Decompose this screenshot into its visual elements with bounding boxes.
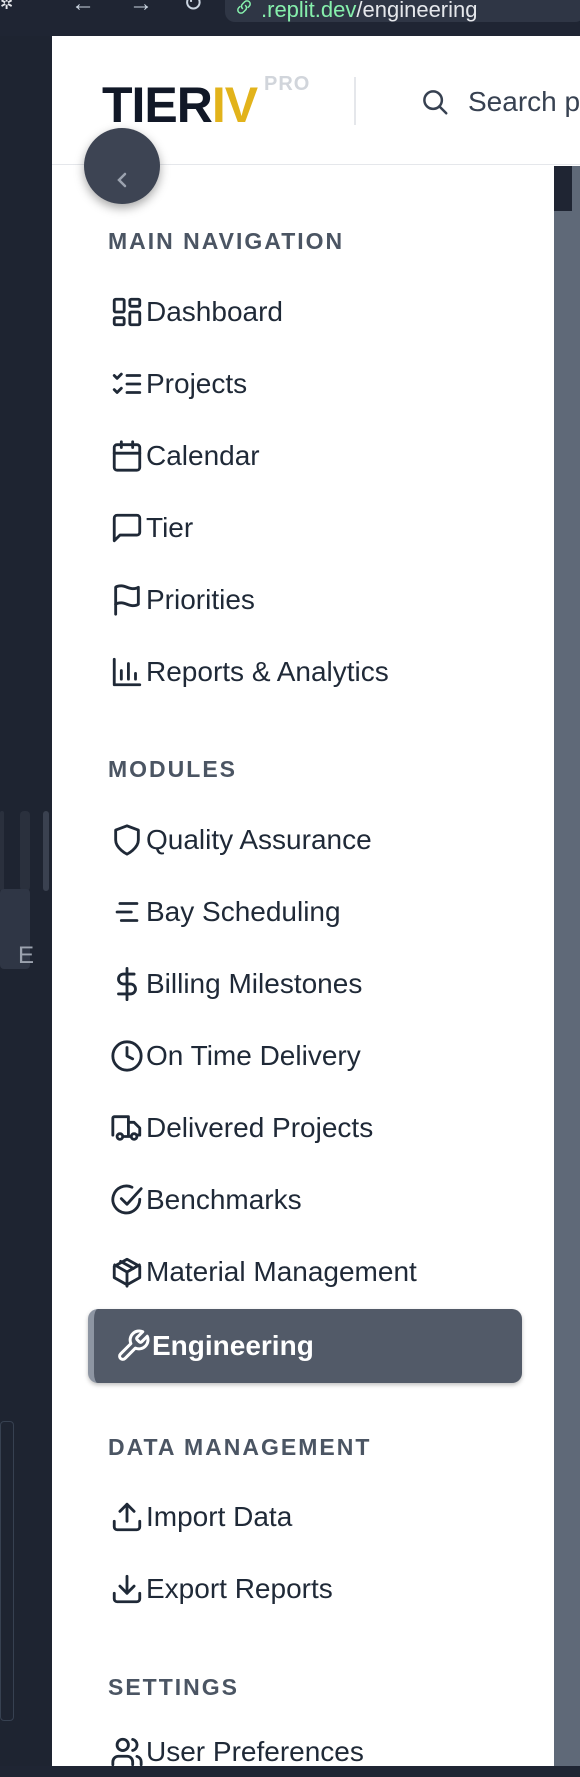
reload-icon[interactable]: ↻: [180, 0, 206, 17]
url-text: .replit.dev/engineering: [261, 0, 478, 22]
message-square-icon: [112, 513, 142, 543]
logo[interactable]: TIERIV: [102, 76, 258, 134]
nav-label: Engineering: [152, 1330, 314, 1361]
page-backdrop: E: [0, 36, 52, 1777]
search-trigger-label[interactable]: Search p: [468, 86, 580, 118]
back-arrow-icon[interactable]: ←: [70, 0, 96, 17]
header-divider: [354, 77, 356, 125]
backdrop-fragment: [0, 811, 4, 891]
nav-item-dashboard[interactable]: Dashboard: [108, 286, 528, 338]
section-title-modules: MODULES: [108, 756, 237, 782]
logo-pro-badge: PRO: [264, 73, 311, 95]
nav-label: Quality Assurance: [146, 824, 372, 855]
address-bar[interactable]: .replit.dev/engineering: [225, 0, 580, 22]
section-title-settings: SETTINGS: [108, 1674, 240, 1700]
nav-item-reports-analytics[interactable]: Reports & Analytics: [108, 646, 528, 698]
clock-icon: [111, 1040, 143, 1072]
nav-label: Dashboard: [146, 296, 283, 327]
scrollbar-gap: [554, 166, 572, 211]
users-icon: [111, 1737, 143, 1766]
nav-item-engineering[interactable]: Engineering: [88, 1309, 522, 1383]
check-circle-icon: [111, 1184, 143, 1215]
nav-label: User Preferences: [146, 1736, 364, 1766]
nav-item-on-time-delivery[interactable]: On Time Delivery: [108, 1030, 528, 1082]
nav-item-priorities[interactable]: Priorities: [108, 574, 528, 626]
list-checks-icon: [112, 372, 142, 394]
nav-item-bay-scheduling[interactable]: Bay Scheduling: [108, 886, 528, 938]
search-icon[interactable]: [420, 87, 450, 117]
nav-label: Bay Scheduling: [146, 896, 341, 927]
sidebar-panel: TIERIV PRO Search p MAIN NAVIGATION Dash…: [52, 36, 580, 1766]
page-bottom-edge: [0, 1766, 580, 1777]
flag-icon: [114, 584, 140, 616]
chevron-left-icon: [117, 172, 127, 188]
nav-item-material-management[interactable]: Material Management: [108, 1246, 528, 1298]
dollar-sign-icon: [117, 967, 137, 1001]
forward-arrow-icon[interactable]: →: [128, 0, 154, 17]
nav-label: Priorities: [146, 584, 255, 615]
nav-label: Reports & Analytics: [146, 656, 389, 687]
section-title-data-management: DATA MANAGEMENT: [108, 1434, 372, 1460]
section-title-main-navigation: MAIN NAVIGATION: [108, 228, 345, 254]
wrench-icon: [118, 1329, 150, 1361]
nav-label: Import Data: [146, 1501, 293, 1532]
package-icon: [112, 1257, 142, 1288]
backdrop-fragment: [20, 811, 30, 891]
calendar-icon: [112, 440, 142, 472]
nav-label: Benchmarks: [146, 1184, 302, 1215]
nav-label: Delivered Projects: [146, 1112, 374, 1143]
nav-label: On Time Delivery: [146, 1040, 361, 1071]
align-lines-icon: [115, 902, 139, 922]
nav-item-calendar[interactable]: Calendar: [108, 430, 528, 482]
browser-toolbar: ✲ ← → ↻ .replit.dev/engineering: [0, 0, 580, 36]
nav-label: Projects: [146, 368, 248, 399]
truck-icon: [111, 1115, 142, 1141]
nav-label: Export Reports: [146, 1573, 333, 1604]
nav-label: Calendar: [146, 440, 260, 471]
download-icon: [112, 1574, 142, 1604]
backdrop-letter: E: [18, 942, 35, 969]
nav-label: Billing Milestones: [146, 968, 363, 999]
dashboard-icon: [112, 297, 142, 327]
nav-item-benchmarks[interactable]: Benchmarks: [108, 1174, 528, 1226]
scrollbar-thumb[interactable]: [554, 166, 580, 1766]
shield-icon: [114, 824, 140, 856]
link-icon: [237, 0, 251, 14]
nav-label: Tier: [146, 512, 194, 543]
extension-icon[interactable]: ✲: [0, 0, 22, 13]
bar-chart-icon: [112, 657, 142, 687]
backdrop-fragment: [43, 811, 49, 891]
nav-item-projects[interactable]: Projects: [108, 358, 528, 410]
nav-item-billing-milestones[interactable]: Billing Milestones: [108, 958, 528, 1010]
nav-label: Material Management: [146, 1256, 417, 1287]
nav-item-tier[interactable]: Tier: [108, 502, 528, 554]
nav-item-quality-assurance[interactable]: Quality Assurance: [108, 814, 528, 866]
nav-item-import-data[interactable]: Import Data: [108, 1491, 528, 1543]
nav-item-delivered-projects[interactable]: Delivered Projects: [108, 1102, 528, 1154]
nav-item-user-preferences[interactable]: User Preferences: [108, 1726, 528, 1766]
backdrop-fragment: [0, 1421, 14, 1721]
upload-icon: [112, 1502, 142, 1532]
collapse-sidebar-button[interactable]: [84, 128, 160, 204]
nav-item-export-reports[interactable]: Export Reports: [108, 1563, 528, 1615]
